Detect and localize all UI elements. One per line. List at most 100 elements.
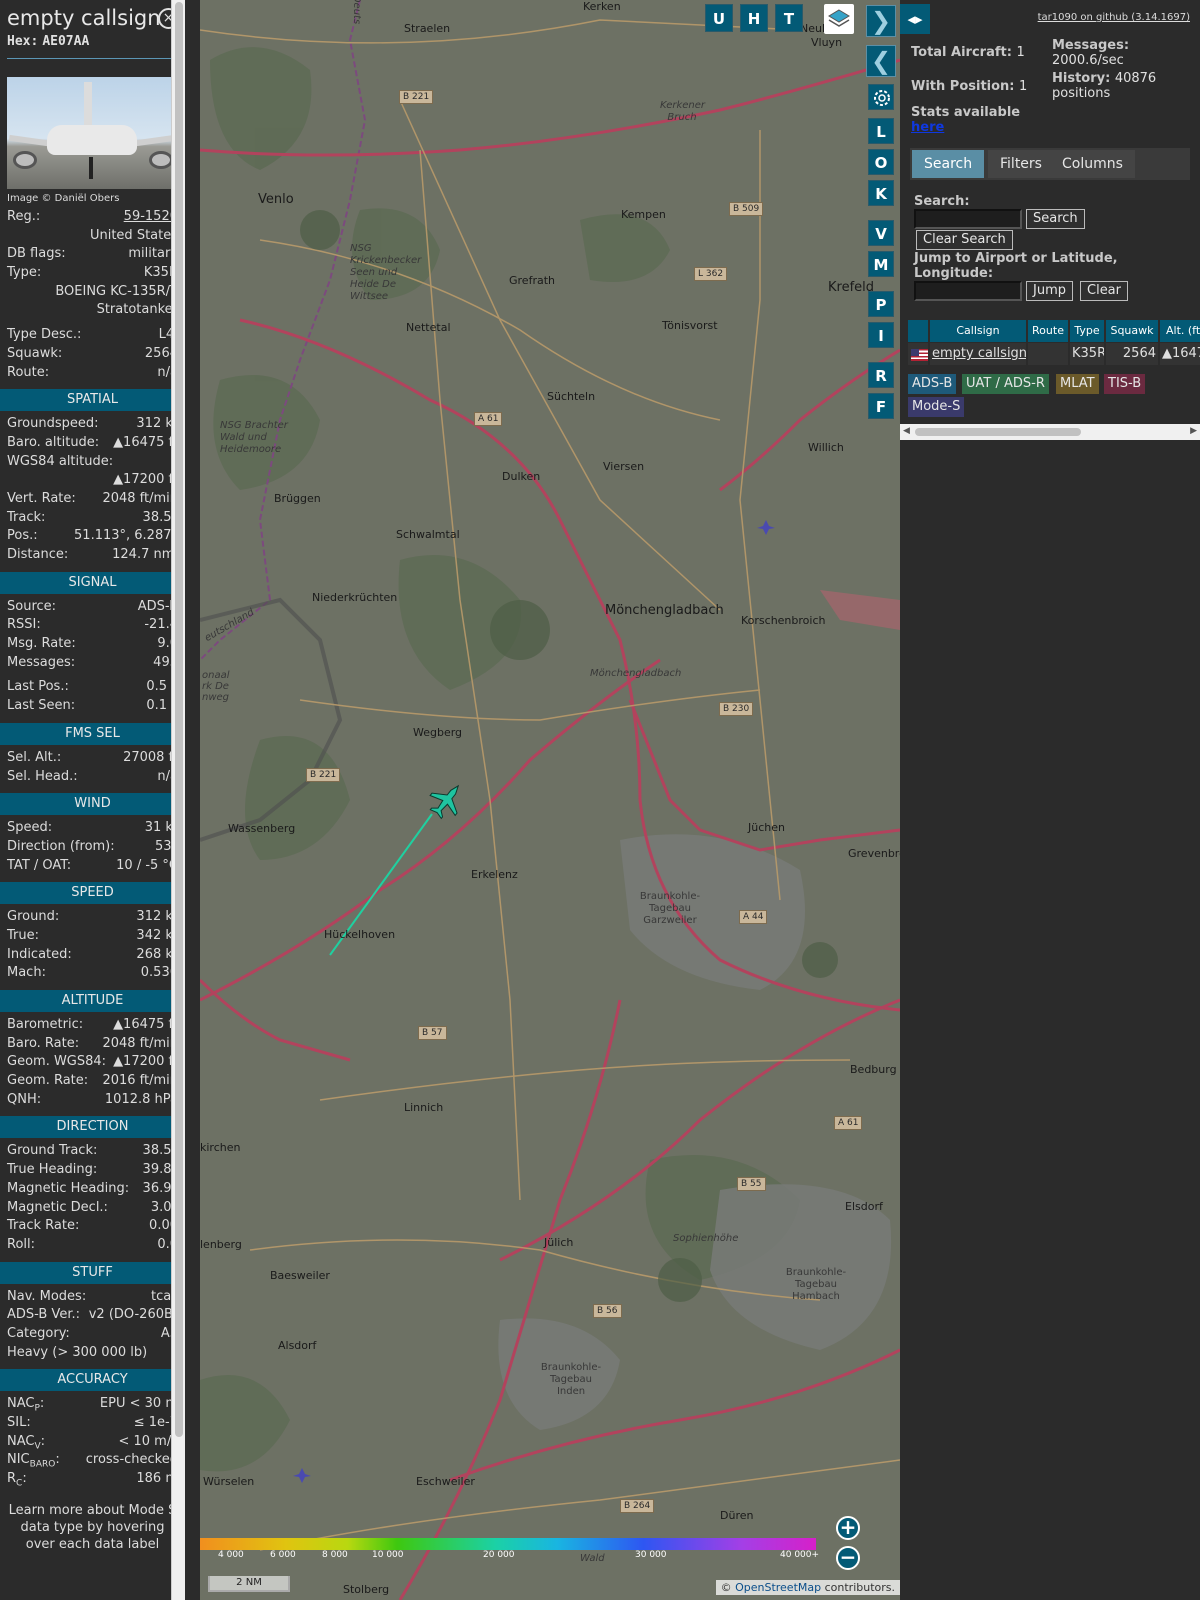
town-label: Jüchen bbox=[748, 821, 785, 834]
nacp-row: NACP: EPU < 30 m bbox=[7, 1396, 178, 1414]
search-input[interactable] bbox=[914, 209, 1022, 229]
altitude-tick: 40 000+ bbox=[780, 1550, 820, 1560]
layers-icon bbox=[828, 9, 850, 27]
photo-credit: Image © Daniël Obers bbox=[7, 193, 120, 204]
section-signal: SIGNAL bbox=[0, 571, 185, 594]
altitude-tick: 20 000 bbox=[483, 1550, 515, 1560]
table-scrollbar[interactable]: ◀ ▶ bbox=[900, 424, 1200, 440]
barometric-row: Barometric: ▲16475 ft bbox=[7, 1017, 178, 1032]
toggle-o-button[interactable]: O bbox=[868, 149, 894, 175]
town-label: Eschweiler bbox=[416, 1475, 475, 1488]
town-label: Willich bbox=[808, 441, 844, 454]
altitude-tick: 30 000 bbox=[635, 1550, 667, 1560]
expand-right-button[interactable]: ❯ bbox=[866, 5, 896, 37]
scale-line: 2 NM bbox=[208, 1576, 290, 1592]
row-route bbox=[1028, 343, 1068, 365]
indicated-speed-row: Indicated: 268 kt bbox=[7, 946, 178, 962]
jump-button[interactable]: Jump bbox=[1026, 281, 1073, 301]
toggle-v-button[interactable]: V bbox=[868, 220, 894, 246]
last-seen-row: Last Seen: 0.1 s bbox=[7, 698, 178, 714]
registration-link[interactable]: 59-1520 bbox=[124, 209, 178, 224]
track-rate-row: Track Rate: 0.00 bbox=[7, 1218, 178, 1234]
map-view[interactable]: Kerken Straelen Venlo Kempen Krefeld Net… bbox=[200, 0, 900, 1600]
town-label: Stolberg bbox=[343, 1583, 390, 1596]
layers-button[interactable] bbox=[824, 4, 854, 34]
town-label: Baesweiler bbox=[270, 1269, 330, 1282]
gear-icon bbox=[874, 90, 890, 106]
zoom-out-button[interactable]: − bbox=[836, 1546, 860, 1570]
toggle-u-button[interactable]: U bbox=[705, 4, 733, 32]
clear-search-button[interactable]: Clear Search bbox=[916, 230, 1013, 250]
info-scrollbar[interactable] bbox=[171, 0, 185, 1600]
altitude-tick: 10 000 bbox=[372, 1550, 404, 1560]
tab-columns[interactable]: Columns bbox=[1050, 150, 1135, 178]
toggle-k-button[interactable]: K bbox=[868, 180, 894, 206]
map-attribution: © OpenStreetMap contributors. bbox=[715, 1580, 900, 1595]
sidebar-toggle-button[interactable]: ◂▸ bbox=[900, 4, 930, 34]
clear-jump-button[interactable]: Clear bbox=[1080, 281, 1128, 301]
search-button[interactable]: Search bbox=[1026, 209, 1085, 229]
tab-search[interactable]: Search bbox=[912, 150, 985, 178]
reg-row: Reg.: 59-1520 bbox=[7, 209, 178, 224]
adsb-version-row: ADS-B Ver.: v2 (DO-260B) bbox=[7, 1307, 178, 1323]
nacv-row: NACV: < 10 m/s bbox=[7, 1433, 178, 1452]
column-altitude[interactable]: Alt. (ft) bbox=[1160, 320, 1200, 342]
toggle-t-button[interactable]: T bbox=[775, 4, 803, 32]
type-name-1: BOEING KC-135R/T bbox=[55, 283, 178, 299]
stats-link[interactable]: here bbox=[911, 120, 944, 135]
qnh-row: QNH: 1012.8 hPa bbox=[7, 1091, 178, 1107]
ground-track-row: Ground Track: 38.5° bbox=[7, 1143, 178, 1159]
with-position: With Position: 1 bbox=[911, 79, 1028, 94]
area-label: Mönchengladbach bbox=[590, 668, 682, 679]
column-type[interactable]: Type bbox=[1070, 320, 1104, 342]
toggle-m-button[interactable]: M bbox=[868, 251, 894, 277]
source-chip-tisb: TIS-B bbox=[1104, 374, 1146, 394]
settings-button[interactable] bbox=[868, 84, 894, 110]
toggle-p-button[interactable]: P bbox=[868, 291, 894, 317]
toggle-l-button[interactable]: L bbox=[868, 118, 894, 144]
town-label: Bedburg bbox=[850, 1063, 897, 1076]
toggle-f-button[interactable]: F bbox=[868, 393, 894, 419]
roll-row: Roll: 0.0 bbox=[7, 1236, 178, 1252]
town-label: Mönchengladbach bbox=[605, 603, 724, 618]
aircraft-photo[interactable] bbox=[7, 77, 178, 189]
tab-filters[interactable]: Filters bbox=[988, 150, 1054, 178]
aircraft-list-panel: ◂▸ tar1090 on github (3.14.1697) Total A… bbox=[900, 0, 1200, 1600]
town-label: Elsdorf bbox=[845, 1200, 883, 1213]
row-altitude: ▲16475 bbox=[1160, 343, 1200, 365]
toggle-h-button[interactable]: H bbox=[740, 4, 768, 32]
town-label: Brüggen bbox=[274, 492, 321, 505]
road-label: L 362 bbox=[694, 267, 728, 281]
column-callsign[interactable]: Callsign bbox=[930, 320, 1026, 342]
zoom-in-button[interactable]: + bbox=[836, 1516, 860, 1540]
row-callsign[interactable]: empty callsign bbox=[930, 343, 1026, 365]
town-label: Vluyn bbox=[811, 36, 843, 49]
area-label: Sophienhöhe bbox=[673, 1233, 739, 1244]
town-label: Grevenbro bbox=[848, 847, 900, 860]
aircraft-info-panel: empty callsign × Hex: AE07AA Image © Dani… bbox=[0, 0, 185, 1600]
column-route[interactable]: Route bbox=[1028, 320, 1068, 342]
squawk-row: Squawk: 2564 bbox=[7, 345, 178, 361]
mode-s-footnote: Learn more about Mode S data type by hov… bbox=[8, 1502, 177, 1552]
town-label: kirchen bbox=[200, 1141, 241, 1154]
toggle-i-button[interactable]: I bbox=[868, 322, 894, 348]
town-label: Kerken bbox=[583, 0, 621, 13]
toggle-r-button[interactable]: R bbox=[868, 362, 894, 388]
nicbaro-row: NICBARO: cross-checked bbox=[7, 1452, 178, 1470]
road-label: B 221 bbox=[306, 768, 341, 782]
town-label: Venlo bbox=[258, 192, 294, 207]
section-direction: DIRECTION bbox=[0, 1116, 185, 1139]
wind-speed-row: Speed: 31 kt bbox=[7, 820, 178, 836]
road-label: B 57 bbox=[418, 1026, 447, 1040]
town-label: Viersen bbox=[603, 460, 645, 473]
area-label: Braunkohle-Tagebau Hambach bbox=[785, 1267, 847, 1302]
column-squawk[interactable]: Squawk bbox=[1106, 320, 1158, 342]
osm-link[interactable]: OpenStreetMap bbox=[735, 1581, 821, 1594]
github-link[interactable]: tar1090 on github (3.14.1697) bbox=[1038, 12, 1190, 23]
callsign: empty callsign bbox=[7, 6, 161, 30]
jump-input[interactable] bbox=[914, 281, 1022, 301]
section-spatial: SPATIAL bbox=[0, 389, 185, 412]
area-label: Braunkohle-Tagebau Inden bbox=[540, 1362, 602, 1397]
collapse-left-button[interactable]: ❮ bbox=[866, 45, 896, 77]
magnetic-decl-row: Magnetic Decl.: 3.0° bbox=[7, 1199, 178, 1215]
